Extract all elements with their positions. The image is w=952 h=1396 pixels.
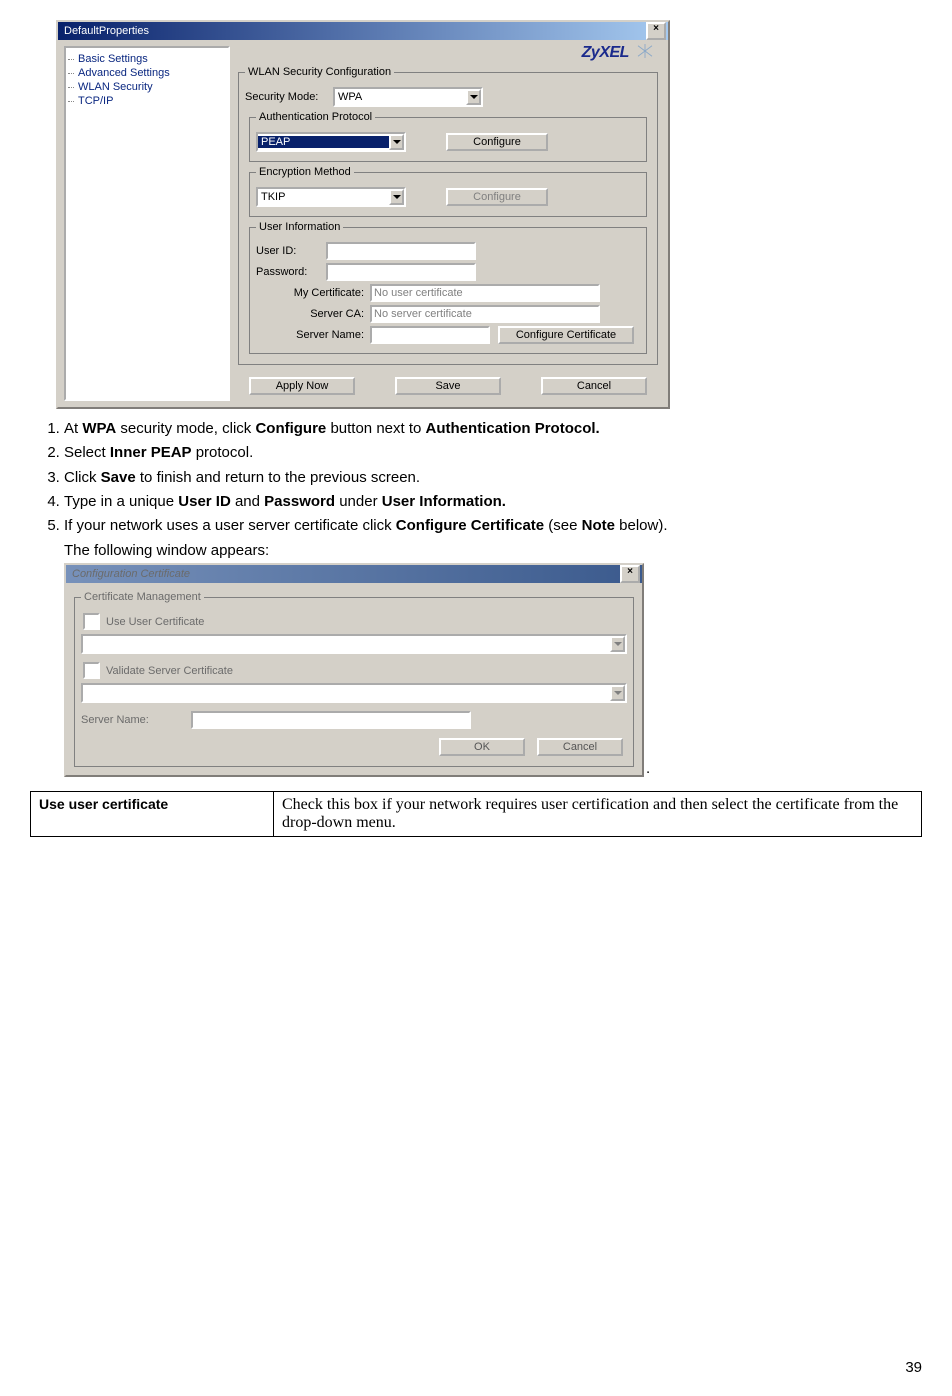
cancel-button[interactable]: Cancel [541, 377, 647, 395]
save-button[interactable]: Save [395, 377, 501, 395]
security-mode-select[interactable]: WPA [333, 87, 483, 107]
step-2: Select Inner PEAP protocol. [64, 443, 922, 463]
user-info-group: User Information User ID: Password: My C… [249, 221, 647, 354]
tree-item-advanced[interactable]: Advanced Settings [68, 66, 226, 80]
def-desc: Check this box if your network requires … [274, 792, 922, 837]
instruction-list: At WPA security mode, click Configure bu… [30, 419, 922, 536]
user-cert-select [81, 634, 627, 654]
brand-logo: ZyXEL [582, 44, 629, 61]
chevron-down-icon[interactable] [466, 89, 481, 105]
title-bar[interactable]: Configuration Certificate × [66, 565, 642, 583]
default-properties-dialog: DefaultProperties × Basic Settings Advan… [56, 20, 670, 409]
configuration-certificate-dialog: Configuration Certificate × Certificate … [64, 563, 644, 777]
my-cert-label: My Certificate: [256, 287, 370, 299]
auth-protocol-value: PEAP [258, 136, 389, 148]
server-name-label: Server Name: [81, 714, 191, 726]
user-id-input[interactable] [326, 242, 476, 260]
window-title: DefaultProperties [60, 25, 646, 37]
encryption-group: Encryption Method TKIP Configure [249, 166, 647, 217]
tree-item-wlan-security[interactable]: WLAN Security [68, 80, 226, 94]
def-term: Use user certificate [31, 792, 274, 837]
tree-item-tcpip[interactable]: TCP/IP [68, 94, 226, 108]
password-label: Password: [256, 266, 326, 278]
cert-management-legend: Certificate Management [81, 591, 204, 603]
chevron-down-icon [610, 685, 625, 701]
auth-protocol-legend: Authentication Protocol [256, 111, 375, 123]
server-ca-label: Server CA: [256, 308, 370, 320]
step-4: Type in a unique User ID and Password un… [64, 492, 922, 512]
step-3: Click Save to finish and return to the p… [64, 468, 922, 488]
step-5: If your network uses a user server certi… [64, 516, 922, 536]
use-user-cert-label: Use User Certificate [106, 616, 204, 628]
close-icon[interactable]: × [620, 565, 640, 583]
auth-protocol-group: Authentication Protocol PEAP Configure [249, 111, 647, 162]
my-cert-field [370, 284, 600, 302]
security-mode-value: WPA [335, 91, 466, 103]
user-id-label: User ID: [256, 245, 326, 257]
user-info-legend: User Information [256, 221, 343, 233]
auth-protocol-select[interactable]: PEAP [256, 132, 406, 152]
apply-now-button[interactable]: Apply Now [249, 377, 355, 395]
trailing-period: . [646, 760, 650, 777]
page-number: 39 [905, 1359, 922, 1376]
definition-table: Use user certificate Check this box if y… [30, 791, 922, 837]
validate-server-label: Validate Server Certificate [106, 665, 233, 677]
nav-tree[interactable]: Basic Settings Advanced Settings WLAN Se… [64, 46, 230, 401]
server-name-label: Server Name: [256, 329, 370, 341]
ok-button[interactable]: OK [439, 738, 525, 756]
window-title: Configuration Certificate [68, 568, 620, 580]
chevron-down-icon [610, 636, 625, 652]
step-1: At WPA security mode, click Configure bu… [64, 419, 922, 439]
encryption-legend: Encryption Method [256, 166, 354, 178]
encryption-value: TKIP [258, 191, 389, 203]
security-mode-label: Security Mode: [245, 91, 333, 103]
title-bar[interactable]: DefaultProperties × [58, 22, 668, 40]
chevron-down-icon[interactable] [389, 134, 404, 150]
use-user-cert-row[interactable]: Use User Certificate [83, 613, 625, 630]
server-name-input[interactable] [191, 711, 471, 729]
wlan-security-legend: WLAN Security Configuration [245, 66, 394, 78]
auth-configure-button[interactable]: Configure [446, 133, 548, 151]
cancel-button[interactable]: Cancel [537, 738, 623, 756]
tree-item-basic[interactable]: Basic Settings [68, 52, 226, 66]
close-icon[interactable]: × [646, 22, 666, 40]
validate-server-row[interactable]: Validate Server Certificate [83, 662, 625, 679]
brand-icon [636, 44, 654, 58]
use-user-cert-checkbox[interactable] [83, 613, 100, 630]
configure-certificate-button[interactable]: Configure Certificate [498, 326, 634, 344]
server-cert-select [81, 683, 627, 703]
cert-management-group: Certificate Management Use User Certific… [74, 591, 634, 767]
step-5-sub: The following window appears: [64, 542, 922, 559]
validate-server-checkbox[interactable] [83, 662, 100, 679]
encryption-configure-button: Configure [446, 188, 548, 206]
password-input[interactable] [326, 263, 476, 281]
encryption-select[interactable]: TKIP [256, 187, 406, 207]
server-ca-field [370, 305, 600, 323]
chevron-down-icon[interactable] [389, 189, 404, 205]
wlan-security-group: WLAN Security Configuration Security Mod… [238, 66, 658, 365]
server-name-input[interactable] [370, 326, 490, 344]
brand-row: ZyXEL [234, 42, 662, 62]
